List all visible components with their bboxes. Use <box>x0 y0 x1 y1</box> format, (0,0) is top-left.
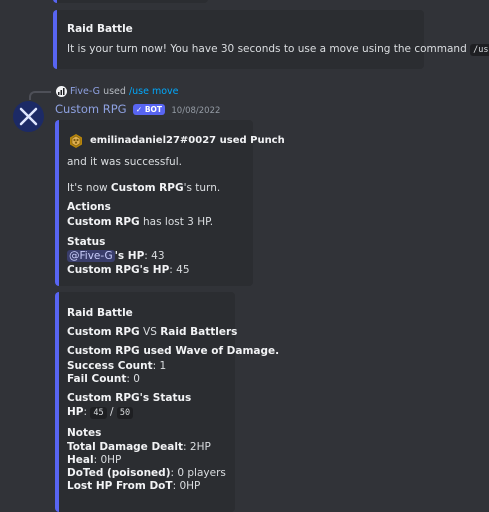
hp-label: HP <box>67 406 84 418</box>
status-line-2: Custom RPG's HP: 45 <box>67 264 190 276</box>
embed-description: It is your turn now! You have 30 seconds… <box>67 43 489 56</box>
embed-text: It is your turn now! You have 30 seconds… <box>67 43 467 55</box>
status-title: Status <box>67 236 106 248</box>
lost-value: : 0HP <box>172 480 201 492</box>
embed-title: Raid Battle <box>67 23 133 35</box>
message-header: Custom RPG ✓ BOT 10/08/2022 <box>55 102 220 116</box>
hp-max: 50 <box>116 407 134 419</box>
status-title: Custom RPG's Status <box>67 392 192 404</box>
turn-text-suffix: 's turn. <box>183 182 221 194</box>
notes-title: Notes <box>67 427 102 439</box>
command-code: /use <box>470 44 489 56</box>
previous-embed-bottom <box>53 0 208 3</box>
hp-slash: / <box>109 406 114 418</box>
x-logo-icon <box>19 107 38 126</box>
status-line2-value: : 45 <box>169 264 190 276</box>
result-text: and it was successful. <box>67 156 182 168</box>
raid-battle-embed: Raid Battle Custom RPG VS Raid Battlers … <box>55 292 279 512</box>
status-line1-value: : 43 <box>144 250 165 262</box>
embed-author[interactable]: emilinadaniel27#0027 used Punch <box>90 135 285 146</box>
lost-label: Lost HP From DoT <box>67 480 173 492</box>
status-line2-bold: Custom RPG's HP <box>67 264 170 276</box>
success-label: Success Count <box>67 360 153 372</box>
actions-text: Custom RPG has lost 3 HP. <box>67 216 213 228</box>
timestamp[interactable]: 10/08/2022 <box>171 106 220 116</box>
actions-rest: has lost 3 HP. <box>143 216 214 228</box>
actions-title: Actions <box>67 201 111 213</box>
total-damage: Total Damage Dealt: 2HP <box>67 441 211 453</box>
verified-check-icon: ✓ <box>135 105 143 114</box>
actions-bold: Custom RPG <box>67 216 140 228</box>
status-line-1: @Five-G's HP: 43 <box>67 250 165 262</box>
embed-title: Raid Battle <box>67 307 133 319</box>
hp-sep: : <box>83 406 88 418</box>
fail-count: Fail Count: 0 <box>67 373 140 385</box>
user-mention[interactable]: @Five-G <box>67 250 115 262</box>
heal-label: Heal <box>67 454 94 466</box>
total-label: Total Damage Dealt <box>67 441 184 453</box>
fail-label: Fail Count <box>67 373 127 385</box>
fail-value: : 0 <box>126 373 140 385</box>
vs-right: Raid Battlers <box>160 326 238 338</box>
hp-current: 45 <box>90 407 107 419</box>
dot-value: : 0 players <box>170 467 226 479</box>
dot-count: DoTed (poisoned): 0 players <box>67 467 226 479</box>
turn-text: It's now Custom RPG's turn. <box>67 182 220 194</box>
lost-hp-dot: Lost HP From DoT: 0HP <box>67 480 200 492</box>
hp-line: HP: 45 / 50 <box>67 406 134 419</box>
turn-prompt-embed: Raid Battle It is your turn now! You hav… <box>53 10 489 69</box>
bot-avatar[interactable] <box>13 101 44 132</box>
vs-mid: VS <box>143 326 157 338</box>
success-count: Success Count: 1 <box>67 360 166 372</box>
versus-line: Custom RPG VS Raid Battlers <box>67 326 237 338</box>
heal: Heal: 0HP <box>67 454 121 466</box>
bot-badge: ✓ BOT <box>132 104 166 115</box>
bot-badge-label: BOT <box>144 105 163 114</box>
reply-spine <box>29 91 51 100</box>
total-value: : 2HP <box>183 441 211 453</box>
reply-avatar-icon[interactable] <box>56 86 67 97</box>
punch-result-embed: emilinadaniel27#0027 used Punch and it w… <box>55 120 285 286</box>
honeycomb-icon <box>68 133 84 149</box>
author-name[interactable]: Custom RPG <box>55 102 127 116</box>
success-value: : 1 <box>152 360 167 372</box>
vs-left: Custom RPG <box>67 326 140 338</box>
turn-text-prefix: It's now <box>67 182 108 194</box>
reply-context: Five-G used /use move <box>70 86 179 97</box>
wave-title: Custom RPG used Wave of Damage. <box>67 345 280 357</box>
turn-text-bold: Custom RPG <box>110 182 184 194</box>
reply-verb: used <box>103 86 126 97</box>
reply-user[interactable]: Five-G <box>70 86 100 97</box>
status-line1-bold: 's HP <box>114 250 145 262</box>
heal-value: : 0HP <box>93 454 122 466</box>
dot-label: DoTed (poisoned) <box>67 467 171 479</box>
reply-command[interactable]: /use move <box>129 86 179 97</box>
